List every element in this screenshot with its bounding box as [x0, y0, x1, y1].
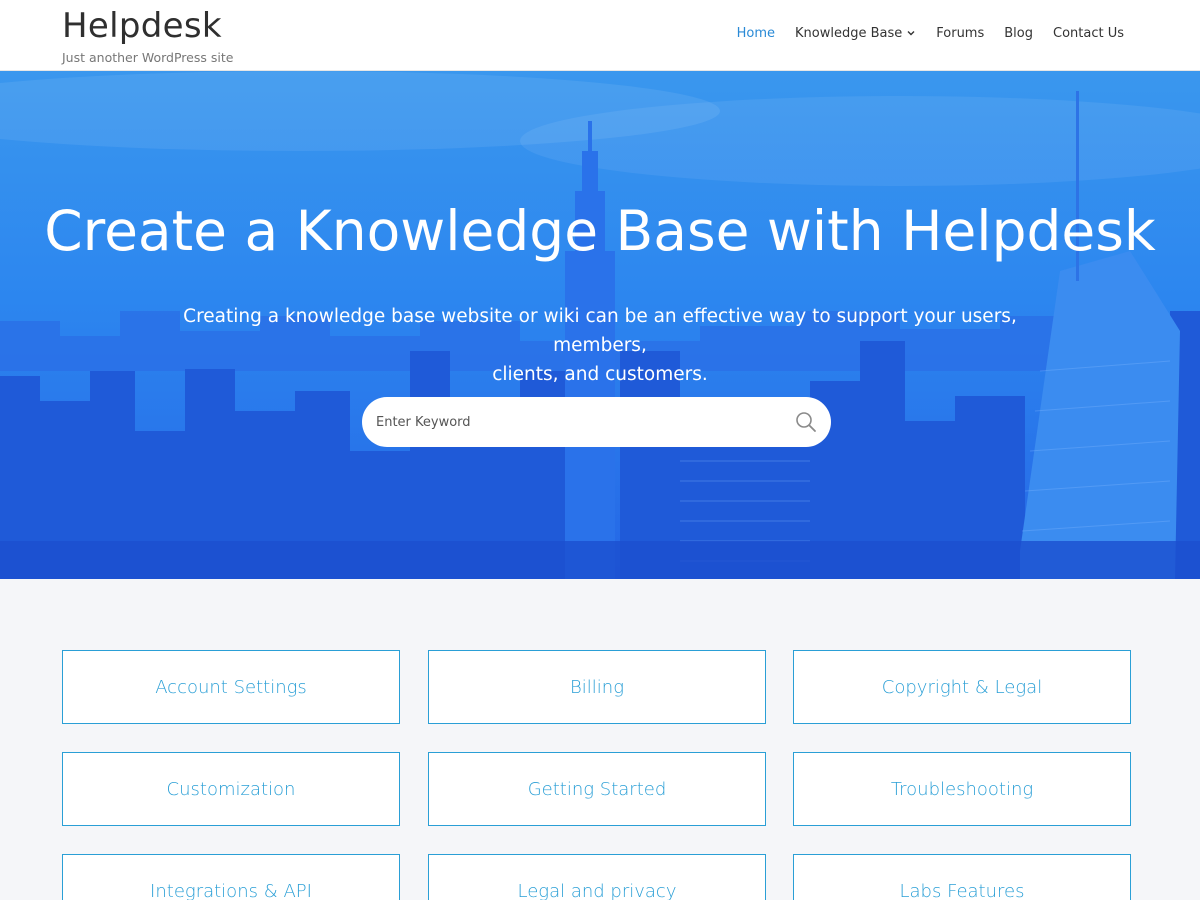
- hero-banner: Create a Knowledge Base with Helpdesk Cr…: [0, 71, 1200, 579]
- nav-item-forums[interactable]: Forums: [936, 26, 984, 41]
- search-button[interactable]: [795, 411, 817, 433]
- hero-subtitle: Creating a knowledge base website or wik…: [150, 302, 1050, 389]
- knowledge-search-box: [362, 397, 831, 447]
- nav-item-home[interactable]: Home: [737, 26, 775, 41]
- hero-subtitle-line-2: clients, and customers.: [492, 364, 708, 385]
- chevron-down-icon: [907, 30, 915, 35]
- knowledge-base-categories: Account Settings Billing Copyright & Leg…: [62, 650, 1132, 900]
- hero-title: Create a Knowledge Base with Helpdesk: [44, 199, 1156, 263]
- category-getting-started[interactable]: Getting Started: [428, 752, 766, 826]
- nav-item-blog[interactable]: Blog: [1004, 26, 1033, 41]
- nav-item-contact-us[interactable]: Contact Us: [1053, 26, 1124, 41]
- nav-item-label: Blog: [1004, 26, 1033, 41]
- site-header: Helpdesk Just another WordPress site Hom…: [0, 0, 1200, 71]
- hero-subtitle-line-1: Creating a knowledge base website or wik…: [183, 306, 1017, 356]
- category-copyright-legal[interactable]: Copyright & Legal: [793, 650, 1131, 724]
- category-billing[interactable]: Billing: [428, 650, 766, 724]
- category-legal-privacy[interactable]: Legal and privacy: [428, 854, 766, 900]
- category-customization[interactable]: Customization: [62, 752, 400, 826]
- nav-item-label: Knowledge Base: [795, 26, 903, 41]
- main-nav: Home Knowledge Base Forums Blog Contact …: [717, 26, 1124, 41]
- site-title[interactable]: Helpdesk: [62, 6, 222, 46]
- category-account-settings[interactable]: Account Settings: [62, 650, 400, 724]
- category-troubleshooting[interactable]: Troubleshooting: [793, 752, 1131, 826]
- search-icon: [796, 412, 816, 432]
- search-input[interactable]: [376, 397, 776, 447]
- category-integrations-api[interactable]: Integrations & API: [62, 854, 400, 900]
- site-tagline: Just another WordPress site: [62, 50, 234, 65]
- nav-item-label: Contact Us: [1053, 26, 1124, 41]
- category-labs-features[interactable]: Labs Features: [793, 854, 1131, 900]
- nav-item-label: Forums: [936, 26, 985, 41]
- nav-item-label: Home: [736, 26, 775, 41]
- nav-item-knowledge-base[interactable]: Knowledge Base: [795, 26, 916, 41]
